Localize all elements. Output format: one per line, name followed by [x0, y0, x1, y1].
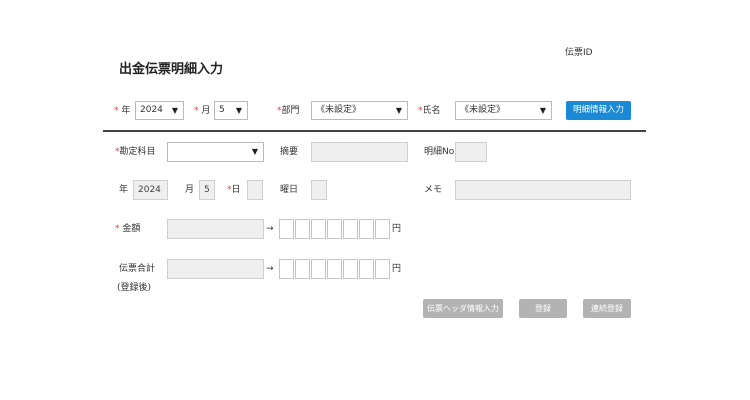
date-day-label: *日	[227, 185, 241, 195]
total-digit	[359, 259, 374, 279]
detail-no-input[interactable]	[455, 142, 487, 162]
total-digit	[279, 259, 294, 279]
amount-digit	[359, 219, 374, 239]
amount-input[interactable]	[167, 219, 264, 239]
amount-digit	[279, 219, 294, 239]
amount-digit	[311, 219, 326, 239]
continuous-register-button[interactable]: 連続登録	[583, 299, 631, 318]
total-digit	[343, 259, 358, 279]
detail-info-button[interactable]: 明細情報入力	[566, 101, 631, 120]
year-select-value: 2024	[140, 105, 163, 115]
amount-arrow: →	[266, 224, 274, 234]
amount-digit	[327, 219, 342, 239]
total-digit	[295, 259, 310, 279]
name-select-value: 《未設定》	[460, 105, 506, 115]
header-divider	[103, 130, 646, 132]
date-year-input[interactable]: 2024	[133, 180, 168, 200]
weekday-field	[311, 180, 327, 200]
total-arrow: →	[266, 264, 274, 274]
month-select[interactable]: 5 ▼	[214, 101, 248, 120]
account-label: *勘定科目	[115, 147, 156, 157]
month-select-value: 5	[219, 105, 225, 115]
dept-select[interactable]: 《未設定》 ▼	[311, 101, 408, 120]
date-day-input[interactable]	[247, 180, 263, 200]
memo-input[interactable]	[455, 180, 631, 200]
summary-input[interactable]	[311, 142, 408, 162]
chevron-down-icon: ▼	[171, 106, 178, 115]
name-filter-label: *氏名	[418, 106, 441, 116]
amount-digit	[375, 219, 390, 239]
amount-digit	[343, 219, 358, 239]
page-title: 出金伝票明細入力	[119, 62, 224, 77]
total-digit	[375, 259, 390, 279]
slip-header-info-button[interactable]: 伝票ヘッダ情報入力	[423, 299, 503, 318]
date-year-label: 年	[119, 185, 129, 195]
chevron-down-icon: ▼	[395, 106, 402, 115]
account-select[interactable]: ▼	[167, 142, 264, 162]
year-filter-label: * 年	[114, 106, 131, 116]
dept-filter-label: *部門	[277, 106, 300, 116]
chevron-down-icon: ▼	[251, 147, 258, 156]
date-month-label: 月	[185, 185, 195, 195]
amount-yen-label: 円	[392, 224, 402, 234]
month-filter-label: * 月	[194, 106, 211, 116]
total-field	[167, 259, 264, 279]
register-button[interactable]: 登録	[519, 299, 567, 318]
total-label: 伝票合計	[119, 264, 156, 274]
total-digit	[327, 259, 342, 279]
total-yen-label: 円	[392, 264, 402, 274]
slip-id-label: 伝票ID	[565, 48, 593, 58]
amount-label: * 金額	[115, 224, 141, 234]
amount-digit	[295, 219, 310, 239]
date-month-input[interactable]: 5	[199, 180, 215, 200]
summary-label: 摘要	[280, 147, 299, 157]
dept-select-value: 《未設定》	[316, 105, 362, 115]
chevron-down-icon: ▼	[235, 106, 242, 115]
total-digit	[311, 259, 326, 279]
name-select[interactable]: 《未設定》 ▼	[455, 101, 552, 120]
total-sub-label: (登録後)	[117, 283, 152, 293]
year-select[interactable]: 2024 ▼	[135, 101, 184, 120]
weekday-label: 曜日	[280, 185, 299, 195]
memo-label: メモ	[424, 185, 443, 195]
chevron-down-icon: ▼	[539, 106, 546, 115]
detail-no-label: 明細No	[424, 147, 455, 157]
